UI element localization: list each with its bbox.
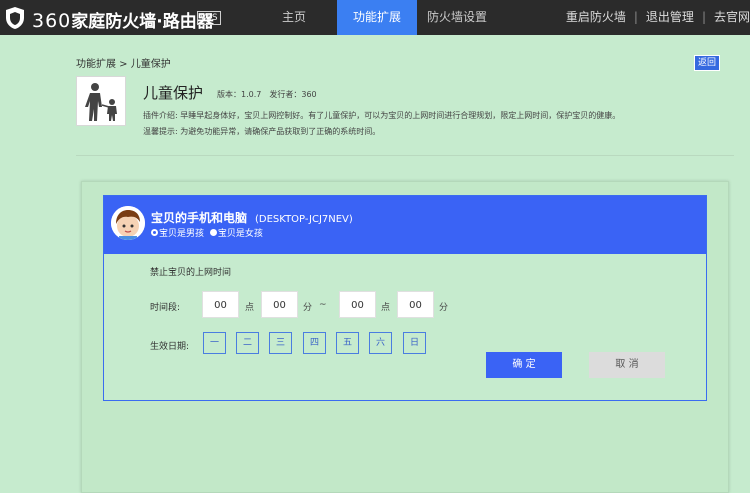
top-navigation-bar: 360家庭防火墙·路由器 V5S 主页 功能扩展 防火墙设置 重启防火墙 | 退出管… <box>0 0 750 35</box>
minute-unit: 分 <box>439 303 449 313</box>
version-badge: V5S <box>197 11 221 25</box>
child-avatar-icon <box>111 206 145 240</box>
app-title: 儿童保护 <box>143 84 204 102</box>
days-label: 生效日期: <box>150 342 190 352</box>
minute-unit: 分 <box>303 303 313 313</box>
logout-link[interactable]: 退出管理 <box>646 0 694 35</box>
header-right-links: 重启防火墙 | 退出管理 | 去官网 <box>566 0 750 35</box>
day-monday-button[interactable]: 一 <box>203 332 226 354</box>
time-range-label: 时间段: <box>150 303 181 313</box>
device-id: (DESKTOP-JCJ7NEV) <box>255 214 353 225</box>
radio-unselected-icon <box>209 229 217 236</box>
day-saturday-button[interactable]: 六 <box>369 332 392 354</box>
device-name: 宝贝的手机和电脑 (DESKTOP-JCJ7NEV) <box>151 211 353 225</box>
breadcrumb: 功能扩展 > 儿童保护 <box>76 59 171 70</box>
end-minute-input[interactable]: 00 <box>397 291 434 318</box>
gender-selector: 宝贝是男孩 宝贝是女孩 <box>151 226 266 239</box>
start-minute-input[interactable]: 00 <box>261 291 298 318</box>
day-tuesday-button[interactable]: 二 <box>236 332 259 354</box>
radio-selected-icon <box>151 229 158 236</box>
device-card-header: 宝贝的手机和电脑 (DESKTOP-JCJ7NEV) 宝贝是男孩 宝贝是女孩 <box>104 196 706 254</box>
restart-firewall-link[interactable]: 重启防火墙 <box>566 0 626 35</box>
day-wednesday-button[interactable]: 三 <box>269 332 292 354</box>
child-protection-icon <box>76 76 126 126</box>
brand-title: 360家庭防火墙·路由器 <box>32 10 214 32</box>
cancel-button[interactable]: 取 消 <box>589 352 665 378</box>
day-thursday-button[interactable]: 四 <box>303 332 326 354</box>
app-tip: 温馨提示: 为避免功能异常，请确保产品获取到了正确的系统时间。 <box>143 127 381 136</box>
back-button[interactable]: 返回 <box>694 55 720 71</box>
range-separator: ~ <box>319 300 327 310</box>
gender-boy-option[interactable]: 宝贝是男孩 <box>151 229 204 239</box>
day-sunday-button[interactable]: 日 <box>403 332 426 354</box>
hour-unit: 点 <box>381 303 391 313</box>
gender-girl-option[interactable]: 宝贝是女孩 <box>209 229 263 239</box>
nav-home[interactable]: 主页 <box>262 0 326 35</box>
confirm-button[interactable]: 确 定 <box>486 352 562 378</box>
app-version: 版本：1.0.7 <box>217 90 262 99</box>
nav-extensions[interactable]: 功能扩展 <box>337 0 417 35</box>
official-site-link[interactable]: 去官网 <box>714 0 750 35</box>
app-description: 插件介绍: 早睡早起身体好，宝贝上网控制好。有了儿童保护，可以为宝贝的上网时间进… <box>143 111 621 120</box>
shield-logo-icon <box>6 7 24 29</box>
hour-unit: 点 <box>245 303 255 313</box>
app-meta: 版本：1.0.7 发行者：360 <box>217 89 325 100</box>
day-friday-button[interactable]: 五 <box>336 332 359 354</box>
start-hour-input[interactable]: 00 <box>202 291 239 318</box>
app-publisher: 发行者：360 <box>269 90 317 99</box>
schedule-title: 禁止宝贝的上网时间 <box>150 268 232 278</box>
divider <box>76 155 734 156</box>
separator: | <box>701 10 706 24</box>
nav-firewall-settings[interactable]: 防火墙设置 <box>418 0 496 35</box>
separator: | <box>633 10 638 24</box>
end-hour-input[interactable]: 00 <box>339 291 376 318</box>
